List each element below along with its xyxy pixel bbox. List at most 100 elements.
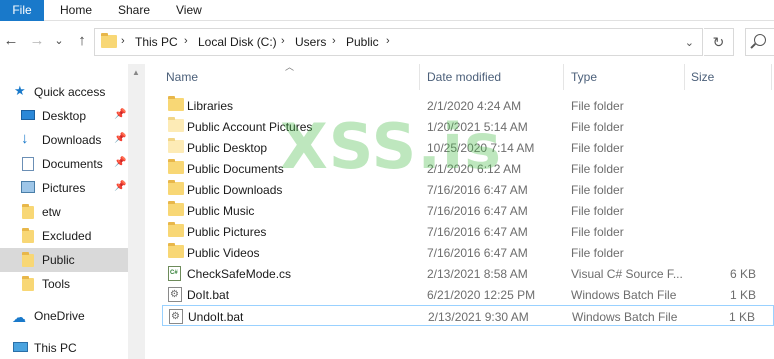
tab-view[interactable]: View xyxy=(176,0,202,21)
chevron-right-icon[interactable]: › xyxy=(121,35,125,47)
search-input[interactable] xyxy=(745,28,774,56)
file-size: 1 KB xyxy=(729,288,756,302)
breadcrumb-this-pc[interactable]: This PC xyxy=(135,35,178,49)
column-headers: Name Date modified Type Size xyxy=(145,64,774,90)
breadcrumb-local-disk[interactable]: Local Disk (C:) xyxy=(198,35,277,49)
file-name: Public Pictures xyxy=(187,225,267,239)
file-row[interactable]: DoIt.bat 6/21/2020 12:25 PM Windows Batc… xyxy=(162,284,774,305)
refresh-button[interactable]: ↻ xyxy=(704,28,734,56)
chevron-down-icon[interactable]: ⌄ xyxy=(685,36,694,49)
chevron-right-icon[interactable]: › xyxy=(281,35,285,47)
up-button[interactable]: ↑ xyxy=(73,31,91,51)
tab-home[interactable]: Home xyxy=(60,0,92,21)
file-date: 2/13/2021 8:58 AM xyxy=(427,267,528,281)
navigation-pane: ★ Quick access Desktop 📌 ↓ Downloads 📌 D… xyxy=(0,64,128,359)
folder-icon xyxy=(168,138,184,153)
nav-item-pictures[interactable]: Pictures 📌 xyxy=(0,176,128,200)
file-row[interactable]: Public Desktop 10/25/2020 7:14 AM File f… xyxy=(162,137,774,158)
file-name: Public Account Pictures xyxy=(187,120,313,134)
nav-item-tools[interactable]: Tools xyxy=(0,272,128,296)
tab-share[interactable]: Share xyxy=(118,0,150,21)
chevron-right-icon[interactable]: › xyxy=(332,35,336,47)
file-name: UndoIt.bat xyxy=(188,310,244,324)
search-icon xyxy=(754,34,766,46)
documents-icon xyxy=(22,157,34,171)
column-divider[interactable] xyxy=(419,64,420,90)
column-header-size[interactable]: Size xyxy=(691,70,714,84)
folder-icon xyxy=(101,33,117,48)
folder-icon xyxy=(168,96,184,111)
file-name: Public Desktop xyxy=(187,141,268,155)
file-size: 1 KB xyxy=(728,310,755,324)
file-name: Public Downloads xyxy=(187,183,283,197)
column-header-name[interactable]: Name xyxy=(166,70,198,84)
nav-item-onedrive[interactable]: ☁ OneDrive xyxy=(0,304,128,328)
nav-item-documents[interactable]: Documents 📌 xyxy=(0,152,128,176)
file-row[interactable]: CheckSafeMode.cs 2/13/2021 8:58 AM Visua… xyxy=(162,263,774,284)
chevron-right-icon[interactable]: › xyxy=(184,35,188,47)
recent-locations-button[interactable]: ⌄ xyxy=(50,31,68,51)
file-type: Windows Batch File xyxy=(571,288,677,302)
file-row[interactable]: Libraries 2/1/2020 4:24 AM File folder xyxy=(162,95,774,116)
file-row[interactable]: Public Music 7/16/2016 6:47 AM File fold… xyxy=(162,200,774,221)
nav-item-label: Excluded xyxy=(42,229,92,243)
folder-icon xyxy=(168,117,184,132)
nav-item-quick-access[interactable]: ★ Quick access xyxy=(0,80,128,104)
folder-icon xyxy=(22,228,34,243)
file-type: File folder xyxy=(571,204,624,218)
chevron-right-icon[interactable]: › xyxy=(386,35,390,47)
pin-icon: 📌 xyxy=(114,109,127,120)
nav-item-this-pc[interactable]: This PC xyxy=(0,336,128,359)
nav-item-label: Pictures xyxy=(42,181,86,195)
batch-file-icon xyxy=(169,309,183,324)
file-row[interactable]: Public Videos 7/16/2016 6:47 AM File fol… xyxy=(162,242,774,263)
nav-item-label: Documents xyxy=(42,157,103,171)
file-date: 7/16/2016 6:47 AM xyxy=(427,225,528,239)
breadcrumb-users[interactable]: Users xyxy=(295,35,326,49)
folder-icon xyxy=(22,252,34,267)
ribbon: File Home Share View xyxy=(0,0,774,21)
forward-button[interactable]: → xyxy=(28,31,46,51)
scroll-up-icon[interactable]: ▲ xyxy=(132,68,140,77)
file-type: File folder xyxy=(571,141,624,155)
file-row[interactable]: Public Pictures 7/16/2016 6:47 AM File f… xyxy=(162,221,774,242)
column-header-date-modified[interactable]: Date modified xyxy=(427,70,501,84)
file-type: Visual C# Source F... xyxy=(571,267,683,281)
file-row[interactable]: Public Documents 2/1/2020 6:12 AM File f… xyxy=(162,158,774,179)
file-size: 6 KB xyxy=(729,267,756,281)
nav-item-desktop[interactable]: Desktop 📌 xyxy=(0,104,128,128)
file-date: 2/1/2020 6:12 AM xyxy=(427,162,522,176)
file-date: 7/16/2016 6:47 AM xyxy=(427,183,528,197)
nav-item-label: Downloads xyxy=(42,133,102,147)
navigation-pane-scrollbar[interactable]: ▲ xyxy=(128,64,145,359)
column-header-type[interactable]: Type xyxy=(571,70,597,84)
file-date: 7/16/2016 6:47 AM xyxy=(427,204,528,218)
sort-ascending-icon: ︿ xyxy=(285,62,295,72)
tab-file[interactable]: File xyxy=(0,0,44,21)
file-row[interactable]: Public Downloads 7/16/2016 6:47 AM File … xyxy=(162,179,774,200)
file-date: 10/25/2020 7:14 AM xyxy=(427,141,535,155)
file-date: 7/16/2016 6:47 AM xyxy=(427,246,528,260)
column-divider[interactable] xyxy=(684,64,685,90)
column-divider[interactable] xyxy=(563,64,564,90)
folder-icon xyxy=(168,243,184,258)
batch-file-icon xyxy=(168,287,182,302)
nav-item-label: Public xyxy=(42,253,75,267)
file-row[interactable]: Public Account Pictures 1/20/2021 5:14 A… xyxy=(162,116,774,137)
back-button[interactable]: ← xyxy=(2,31,20,51)
nav-item-etw[interactable]: etw xyxy=(0,200,128,224)
nav-item-downloads[interactable]: ↓ Downloads 📌 xyxy=(0,128,128,152)
nav-item-excluded[interactable]: Excluded xyxy=(0,224,128,248)
pin-icon: 📌 xyxy=(114,157,127,168)
nav-item-label: Quick access xyxy=(34,85,106,99)
address-bar[interactable]: › This PC › Local Disk (C:) › Users › Pu… xyxy=(94,28,703,56)
file-row[interactable]: UndoIt.bat 2/13/2021 9:30 AM Windows Bat… xyxy=(162,305,774,326)
breadcrumb-public[interactable]: Public xyxy=(346,35,379,49)
file-type: Windows Batch File xyxy=(572,310,678,324)
nav-item-public[interactable]: Public xyxy=(0,248,128,272)
nav-item-label: Tools xyxy=(42,277,71,291)
folder-icon xyxy=(168,159,184,174)
file-name: Public Documents xyxy=(187,162,284,176)
column-divider[interactable] xyxy=(771,64,772,90)
file-date: 6/21/2020 12:25 PM xyxy=(427,288,536,302)
